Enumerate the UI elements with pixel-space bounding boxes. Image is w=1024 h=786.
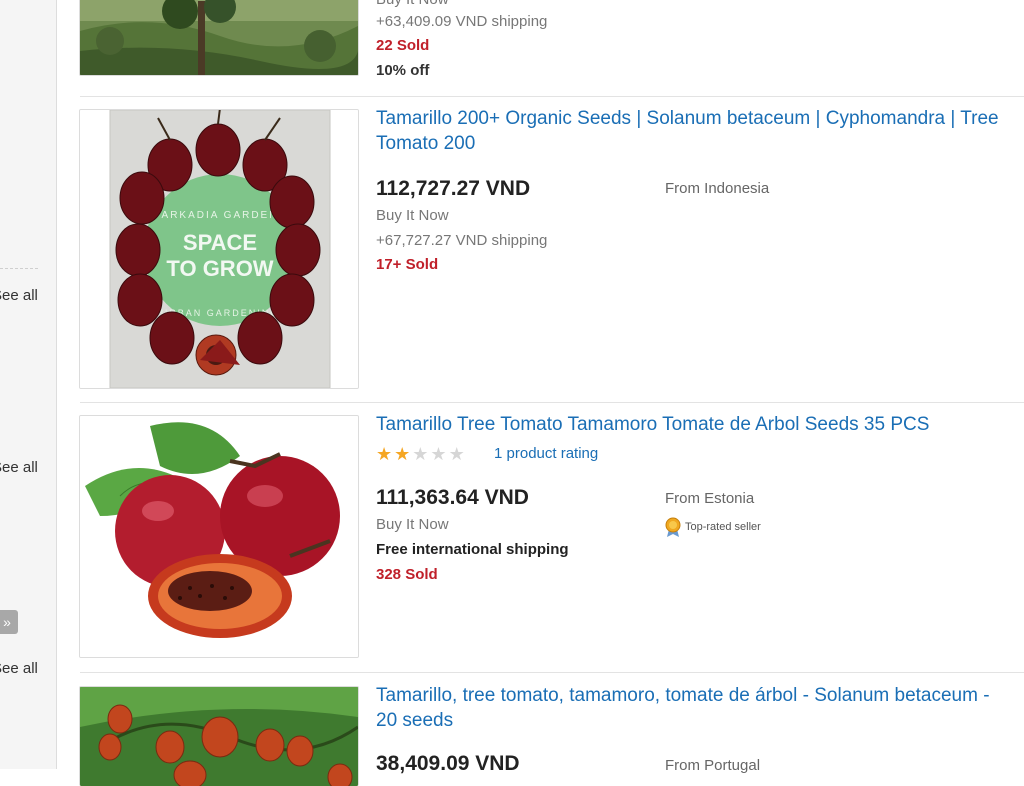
listing-title[interactable]: Tamarillo Tree Tomato Tamamoro Tomate de… (376, 412, 1006, 437)
buy-format: Buy It Now (376, 0, 449, 8)
listing-divider (80, 672, 1024, 673)
see-all-link-1[interactable]: See all (0, 287, 38, 304)
shipping-cost: +63,409.09 VND shipping (376, 13, 548, 30)
hillside-tree-photo-icon (80, 0, 358, 75)
left-filter-sidebar: See all See all » See all (0, 0, 57, 769)
tamarillo-fruit-photo-icon (80, 416, 358, 657)
circle-line1-text: SPACE (183, 230, 257, 255)
star-filled-icon: ★ (376, 444, 395, 464)
item-origin: From Indonesia (665, 180, 770, 197)
circle-brand-text: ARKADIA GARDEN (162, 210, 279, 221)
item-origin: From Estonia (665, 490, 755, 507)
tamarillo-circle-photo-icon: ARKADIA GARDEN SPACE TO GROW URBAN GARDE… (80, 110, 358, 388)
listing-divider (80, 402, 1024, 403)
listing-price: 38,409.09 VND (376, 752, 520, 775)
shipping-cost: +67,727.27 VND shipping (376, 232, 548, 249)
buy-format: Buy It Now (376, 207, 449, 224)
listing-image-tamarillo-fruit[interactable] (79, 415, 359, 658)
listing-price: 111,363.64 VND (376, 486, 529, 509)
product-rating-link[interactable]: 1 product rating (494, 445, 598, 462)
listing-price: 112,727.27 VND (376, 177, 531, 200)
star-filled-icon: ★ (394, 444, 413, 464)
expand-more-icon[interactable]: » (0, 610, 18, 634)
medal-icon (665, 517, 681, 537)
discount-label: 10% off (376, 62, 430, 79)
circle-line2-text: TO GROW (166, 256, 273, 281)
see-all-link-2[interactable]: See all (0, 459, 38, 476)
sold-count: 17+ Sold (376, 256, 439, 273)
sidebar-divider (0, 268, 38, 269)
star-empty-icon: ★ (412, 444, 431, 464)
buy-format: Buy It Now (376, 516, 449, 533)
listing-image-tamarillo-tree[interactable] (79, 686, 359, 786)
top-rated-badge: Top-rated seller (665, 517, 761, 537)
listing-title[interactable]: Tamarillo 200+ Organic Seeds | Solanum b… (376, 106, 1006, 156)
star-empty-icon: ★ (448, 444, 467, 464)
star-rating: ★★★★★ (376, 444, 467, 465)
star-empty-icon: ★ (430, 444, 449, 464)
listing-divider (80, 96, 1024, 97)
listing-image-hillside-tree[interactable] (79, 0, 359, 76)
sold-count: 22 Sold (376, 37, 430, 54)
sold-count: 328 Sold (376, 566, 438, 583)
tamarillo-tree-photo-icon (80, 687, 358, 786)
item-origin: From Portugal (665, 757, 761, 774)
shipping-cost: Free international shipping (376, 541, 569, 558)
top-rated-label: Top-rated seller (685, 521, 761, 533)
see-all-link-3[interactable]: See all (0, 660, 38, 677)
listing-title[interactable]: Tamarillo, tree tomato, tamamoro, tomate… (376, 683, 1006, 733)
listing-image-tamarillo-seeds[interactable]: ARKADIA GARDEN SPACE TO GROW URBAN GARDE… (79, 109, 359, 389)
